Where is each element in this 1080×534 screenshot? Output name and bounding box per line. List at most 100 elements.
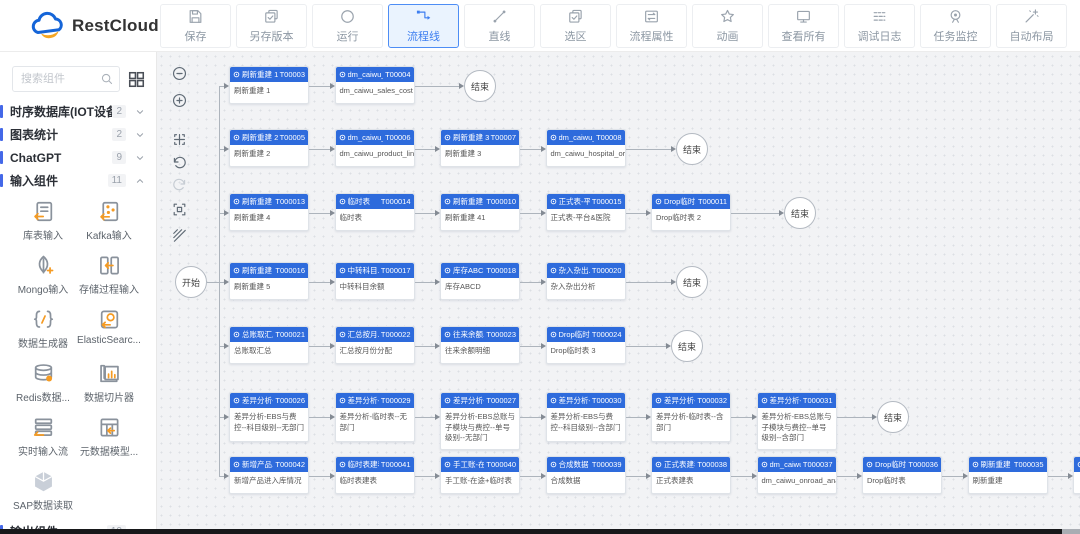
flow-node[interactable]: 库存ABCDT000018库存ABCD [440,262,520,300]
flow-node[interactable]: 手工账-在...T000040 手工账-在途+临时表 [440,456,520,494]
component-item[interactable]: 实时输入流 [10,412,76,464]
toolbar-button-5[interactable]: 选区 [540,3,611,48]
flow-node[interactable]: 差异分析-...T000026 差异分析-EBS与费控--科目级别--无部门 [229,392,309,442]
flow-node-header: 刷新重建 T000035 [968,457,1047,472]
flow-connector-line [520,282,541,283]
sidebar-category-3[interactable]: 输入组件 11 [0,169,156,192]
flow-node[interactable]: 临时表 T000014 临时表 [334,193,415,231]
gear-icon [444,134,451,141]
flow-node[interactable]: 刷新重建 3 T00007 刷新重建 3 [440,129,520,167]
flow-node[interactable]: 差异分析-...T000030 差异分析-EBS与费控--科目级别--含部门 [545,392,626,442]
toolbar-button-7[interactable]: 动画 [692,3,763,48]
flow-node[interactable]: 杂入杂出...T000020 杂入杂出分析 [545,262,626,300]
sidebar-category-2[interactable]: ChatGPT 9 [0,146,156,169]
toolbar-button-11[interactable]: 自动布局 [996,3,1067,48]
chevron-down-icon [134,129,146,141]
flow-node[interactable]: dm_caiwu_...T000037 dm_caiwu_onroad_analy… [756,456,837,494]
toolbar-button-0[interactable]: 保存 [160,3,231,48]
flow-node[interactable]: 刷新重建 1 T00003 刷新重建 1 [229,66,309,104]
flow-node-body: 差异分析-EBS总账与子模块与费控--单号级别--含部门 [761,412,832,442]
redo-button[interactable] [165,172,193,198]
flow-node[interactable]: 刷新重建 5T000016刷新重建 5 [229,262,309,300]
flow-node[interactable]: dm_caiwu_...T00006 dm_caiwu_product_line [334,129,415,167]
flow-node[interactable]: 刷新重建 41T000010刷新重建 41 [440,193,520,231]
sidebar-category-4[interactable]: 输出组件10 [0,520,156,529]
component-item[interactable]: ElasticSearc... [76,304,142,356]
flow-node-body: 刷新重建 41 [445,213,486,222]
flow-end-node[interactable]: 结束 [671,330,703,362]
flow-node[interactable]: 往来余额...T000023 往来余额明细 [440,326,520,364]
component-item[interactable]: Redis数据... [10,358,76,410]
sidebar-category-0[interactable]: 时序数据库(IOT设备) 2 [0,100,156,123]
flow-node-body: dm_caiwu_product_line [339,149,414,158]
flow-node[interactable]: 合成数据 T000039 合成数据 [545,456,626,494]
component-grid-view-icon[interactable] [127,70,146,89]
toolbar-button-8[interactable]: 查看所有 [768,3,839,48]
flow-node[interactable]: 总账取汇总T000021总账取汇总 [229,326,309,364]
flow-node[interactable]: 刷新重建 T000035 刷新重建 [967,456,1048,494]
flow-start-node[interactable]: 开始 [175,266,207,298]
flow-node-title: 临时表 [347,197,371,206]
flow-node-code: T000030 [591,396,622,405]
gear-icon [972,461,979,468]
flow-node[interactable]: Drop临时表T000036Drop临时表 [862,456,942,494]
component-item[interactable]: 存储过程输入 [76,250,142,302]
fit-center-button[interactable] [165,126,193,152]
flow-node[interactable]: 临时表建表T000041临时表建表 [334,456,415,494]
flow-node-header: 杂入杂出...T000020 [546,263,625,278]
search-box[interactable] [12,66,120,92]
flow-node-code: T000032 [697,396,727,405]
flow-end-node[interactable]: 结束 [464,70,496,102]
flow-node[interactable]: 正式表-平...T000015 正式表-平台&医院 [545,193,626,231]
component-item[interactable]: Mongo输入 [10,250,76,302]
toolbar-button-3[interactable]: 流程线 [388,3,459,48]
toolbar-button-6[interactable]: 流程属性 [616,3,687,48]
flow-node[interactable]: 刷新重建 2 T00005 刷新重建 2 [229,129,309,167]
component-item[interactable]: SAP数据读取 [10,466,76,518]
flow-canvas[interactable]: 开始 刷新重建 1T00003刷新重建 1 dm_caiwu_...T00004dm… [157,52,1080,534]
toolbar-button-1[interactable]: 另存版本 [236,3,307,48]
hatch-lines-button[interactable] [165,222,193,248]
toolbar-button-label: 查看所有 [781,30,826,43]
toolbar-button-label: 流程属性 [629,30,674,43]
flow-node-body: 新增产品进入库情况 [234,476,302,485]
flow-node[interactable]: dm_caiwu_...T00008 dm_caiwu_hospital_org_… [545,129,626,167]
flow-node[interactable]: Drop临时...T000024 Drop临时表 3 [545,326,626,364]
component-item[interactable]: 元数据模型... [76,412,142,464]
toolbar-button-4[interactable]: 直线 [464,3,535,48]
fit-screen-button[interactable] [165,196,193,222]
flow-node[interactable]: 差异分析-...T000032 差异分析-临时表--含部门 [651,392,731,442]
task-monitor-icon [947,8,964,25]
toolbar-button-9[interactable]: 调试日志 [844,3,915,48]
flow-node[interactable]: 汇总按月...T000022 汇总按月份分配 [334,326,415,364]
gear-icon [655,198,662,205]
flow-node[interactable]: dm_caiwu_...T00004 dm_caiwu_sales_cost [334,66,415,104]
toolbar-button-2[interactable]: 运行 [312,3,383,48]
gear-icon [550,267,557,274]
flow-end-node[interactable]: 结束 [676,266,708,298]
component-item[interactable]: 数据切片器 [76,358,142,410]
flow-node[interactable]: 差异分析-...T000029 差异分析-临时表--无部门 [334,392,415,442]
flow-node-body: 刷新重建 4 [234,213,271,222]
sidebar-category-1[interactable]: 图表统计 2 [0,123,156,146]
flow-node[interactable]: 中转科目...T000017 中转科目余额 [334,262,415,300]
component-item[interactable]: Kafka输入 [76,196,142,248]
flow-end-node[interactable]: 结束 [676,133,708,165]
flow-end-node[interactable]: 结束 [877,401,909,433]
component-item[interactable]: 数据生成器 [10,304,76,356]
zoom-in-button[interactable] [165,87,193,113]
flow-node[interactable]: 差异分析-...T000031 差异分析-EBS总账与子模块与费控--单号级别--… [756,392,837,450]
flow-node[interactable]: 刷新重建 4T000013刷新重建 4 [229,193,309,231]
flow-node-code: T000035 [1013,460,1044,469]
component-item[interactable]: 库表输入 [10,196,76,248]
flow-node[interactable]: Drop临时...T000011 Drop临时表 2 [651,193,731,231]
zoom-out-button[interactable] [165,60,193,86]
flow-node[interactable]: 差异分析-...T000027 差异分析-EBS总账与子模块与费控--单号级别--… [440,392,520,450]
toolbar-button-10[interactable]: 任务监控 [920,3,991,48]
debug-log-icon [871,8,888,25]
flow-node[interactable]: 正式表建表T000038正式表建表 [651,456,731,494]
flow-node[interactable] [1073,456,1080,494]
flow-end-node[interactable]: 结束 [784,197,816,229]
flow-node[interactable]: 新增产品...T000042 新增产品进入库情况 [229,456,309,494]
flow-node-code: T00008 [596,133,622,142]
